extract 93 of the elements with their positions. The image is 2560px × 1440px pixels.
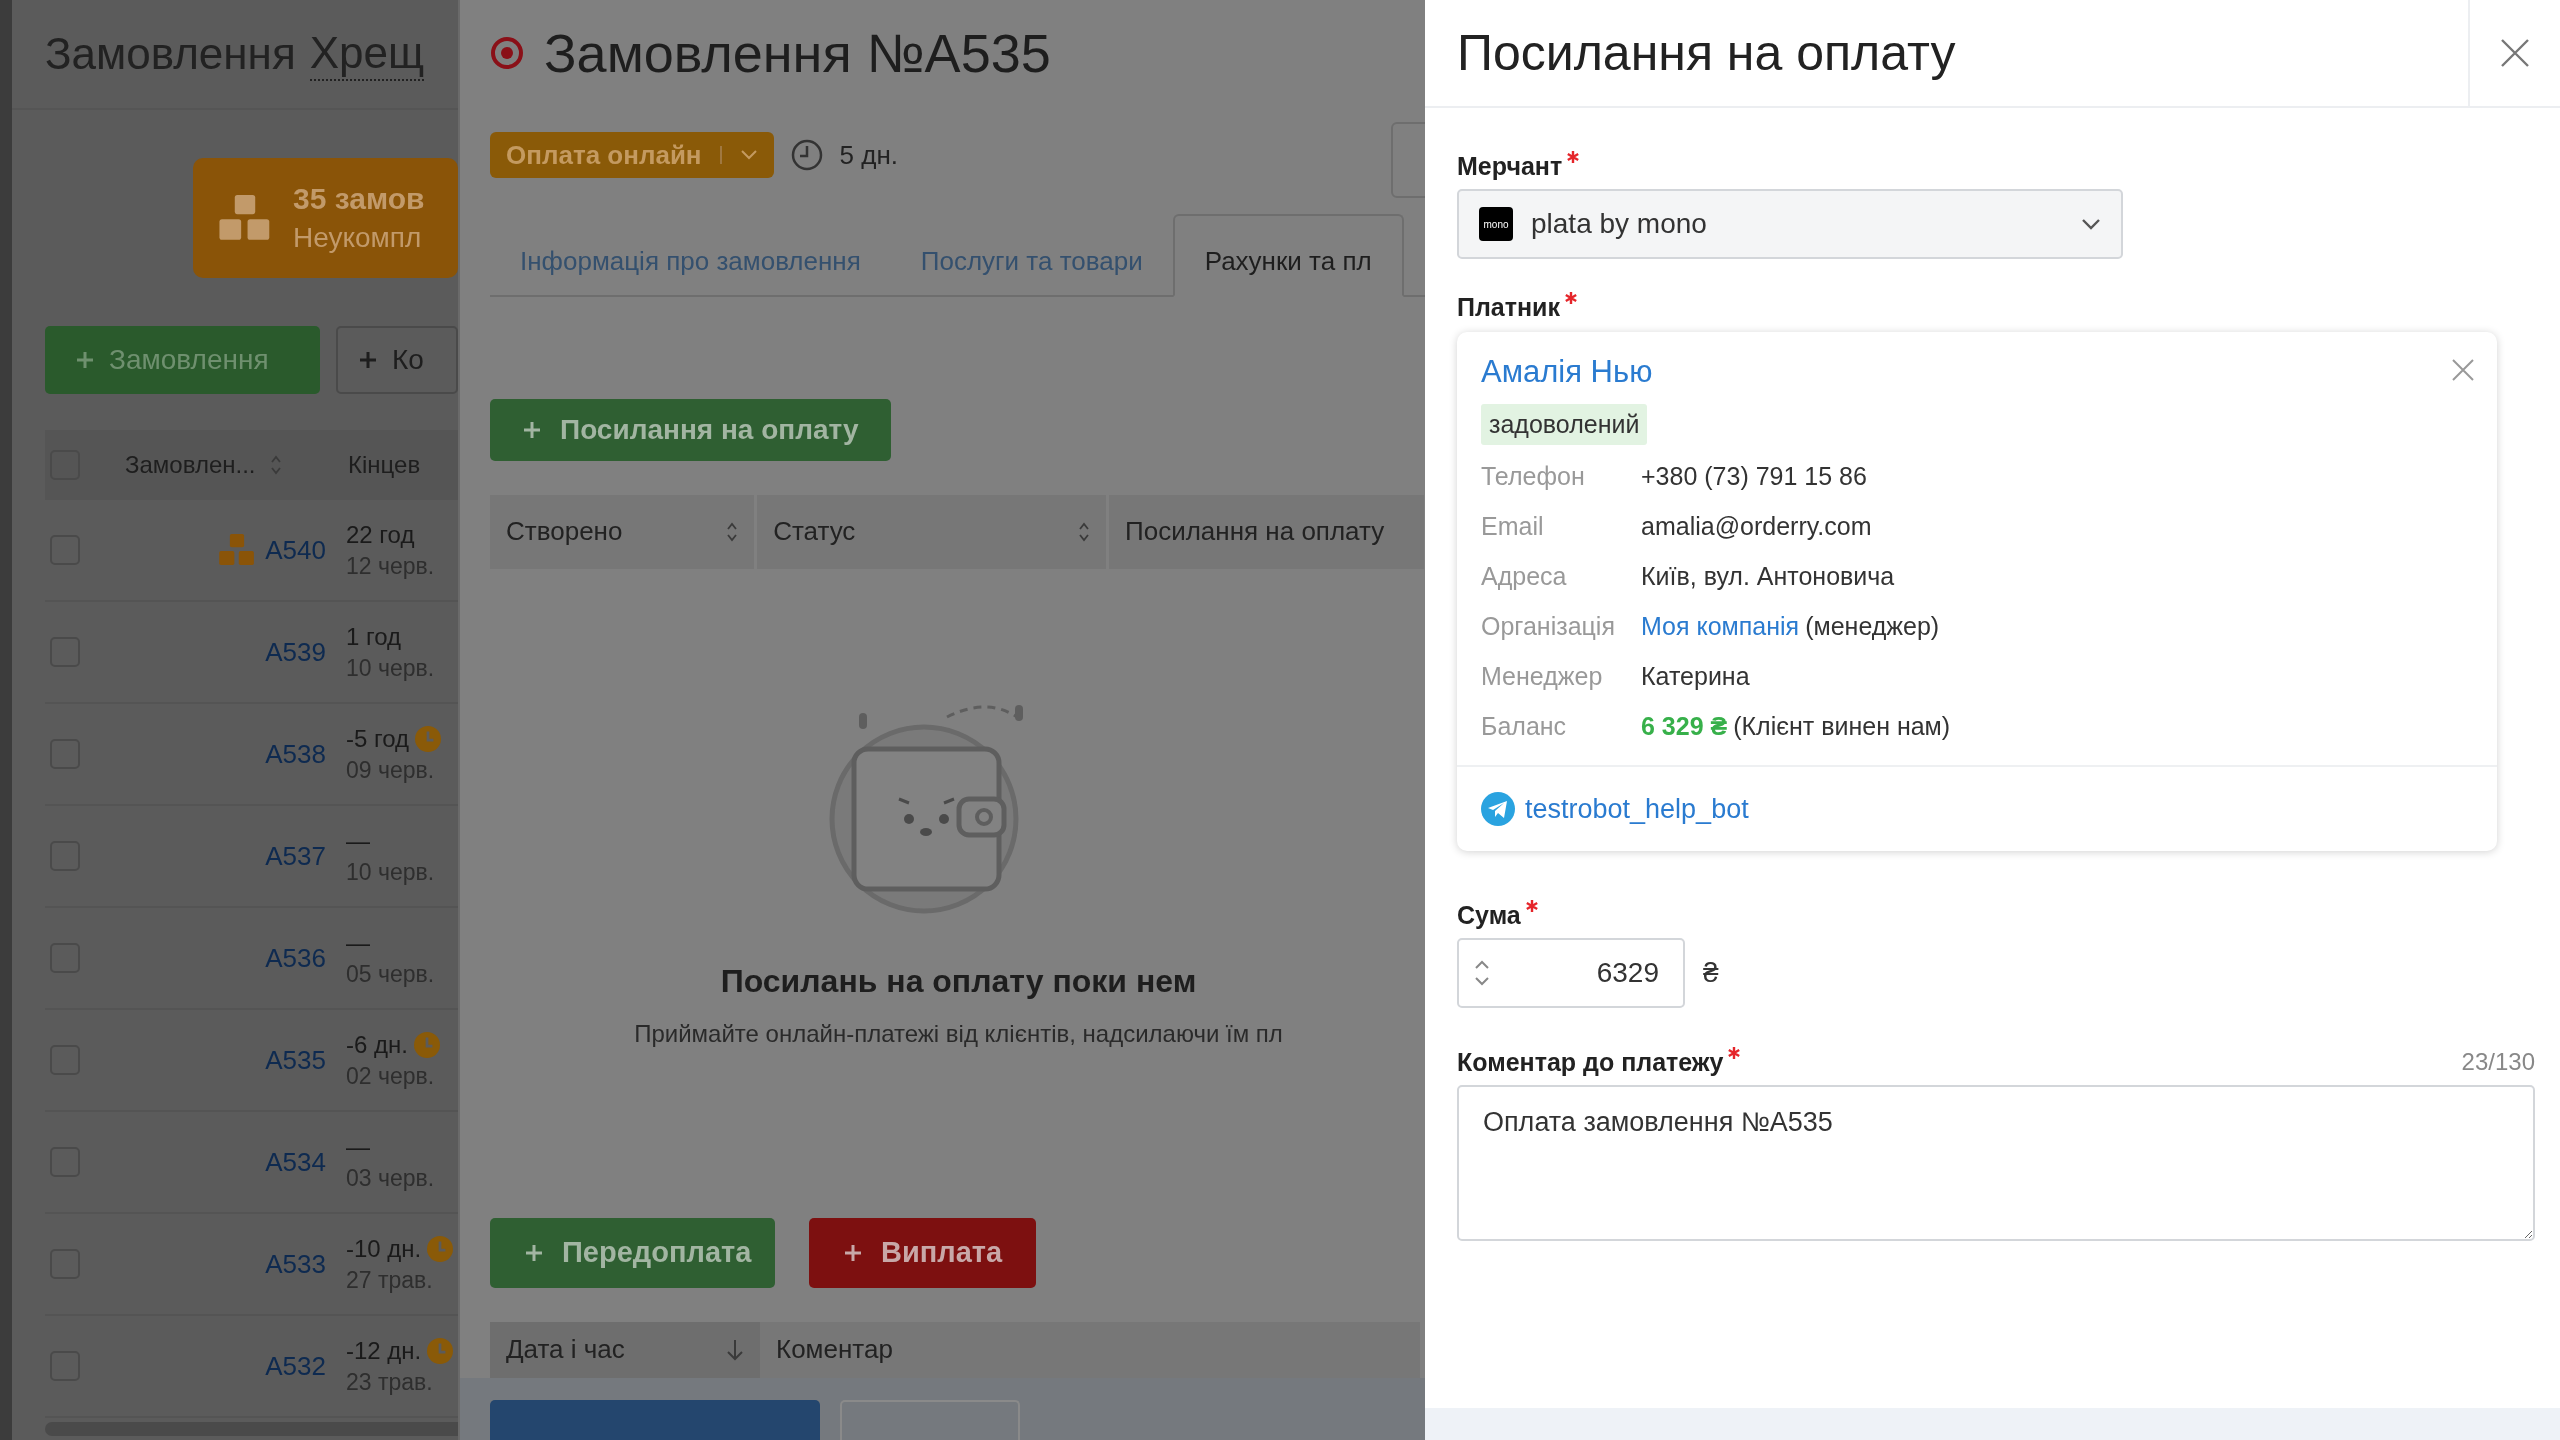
field-value: +380 (73) 791 15 86 bbox=[1641, 460, 1868, 492]
due-time: -6 дн. bbox=[346, 1030, 408, 1059]
due-time: — bbox=[346, 928, 370, 957]
tab[interactable]: Послуги та товари bbox=[890, 214, 1173, 297]
due-time: 1 год bbox=[346, 622, 402, 651]
status-dropdown[interactable]: Оплата онлайн bbox=[490, 132, 774, 178]
due-time: -12 дн. bbox=[346, 1336, 422, 1365]
clock-icon bbox=[415, 725, 442, 752]
page-title: Замовлення bbox=[45, 29, 296, 79]
amount-field[interactable]: 6329 bbox=[1457, 938, 1685, 1008]
clock-icon bbox=[789, 138, 824, 172]
empty-state-text: Приймайте онлайн-платежі від клієнтів, надсилаючи їм пл bbox=[634, 1019, 1283, 1048]
field-label: Email bbox=[1481, 510, 1545, 542]
close-icon[interactable] bbox=[2451, 358, 2475, 382]
empty-state-heading: Посилань на оплату поки нем bbox=[720, 962, 1197, 1000]
comment-field[interactable]: Оплата замовлення №A535 bbox=[1457, 1085, 2535, 1241]
due-time: — bbox=[346, 826, 370, 855]
merchant-select[interactable]: mono plata by mono bbox=[1457, 189, 2123, 259]
clock-icon bbox=[427, 1235, 454, 1262]
order-link[interactable]: A538 bbox=[265, 738, 326, 770]
due-time: -10 дн. bbox=[346, 1234, 422, 1263]
field-label: Мерчант bbox=[1457, 152, 1563, 181]
order-link[interactable]: A536 bbox=[265, 942, 326, 974]
boxes-icon bbox=[219, 534, 256, 566]
clock-icon bbox=[427, 1337, 454, 1364]
field-label: Адреса bbox=[1481, 560, 1568, 592]
field-label: Коментар до платежу bbox=[1457, 1048, 1724, 1077]
target-icon bbox=[490, 36, 524, 70]
sort-icon[interactable] bbox=[269, 454, 282, 476]
column-header[interactable]: Замовлен... bbox=[117, 451, 340, 479]
summary-subtitle: Неукомпл bbox=[293, 222, 423, 254]
sort-icon[interactable] bbox=[726, 520, 739, 543]
telegram-link[interactable]: testrobot_help_bot bbox=[1525, 793, 1749, 825]
currency-sign: ₴ bbox=[1703, 957, 1719, 989]
duration: 5 дн. bbox=[839, 139, 898, 171]
column-header[interactable]: Посилання на оплату bbox=[1109, 494, 1424, 569]
field-label: Баланс bbox=[1481, 710, 1568, 742]
clock-icon bbox=[413, 1031, 440, 1058]
organization-link[interactable]: Моя компанія bbox=[1641, 611, 1800, 641]
order-link[interactable]: A539 bbox=[265, 636, 326, 668]
due-time: — bbox=[346, 1132, 370, 1161]
plus-icon bbox=[522, 419, 542, 440]
field-value: Моя компанія (менеджер) bbox=[1641, 610, 1941, 643]
column-header[interactable]: Статус bbox=[757, 494, 1106, 569]
panel-title: Посилання на оплату bbox=[1456, 24, 1957, 83]
summary-count: 35 замов bbox=[293, 182, 425, 216]
telegram-icon bbox=[1481, 792, 1515, 826]
chevron-down-icon bbox=[2081, 218, 2101, 230]
status-tag: задоволений bbox=[1481, 404, 1648, 445]
order-link[interactable]: A540 bbox=[265, 534, 326, 566]
order-title: Замовлення №A535 bbox=[544, 22, 1051, 84]
due-time: -5 год bbox=[346, 724, 410, 753]
boxes-icon bbox=[219, 195, 271, 241]
field-label: Платник bbox=[1457, 293, 1560, 322]
close-icon bbox=[2500, 38, 2530, 68]
plus-icon bbox=[843, 1242, 863, 1263]
order-link[interactable]: A532 bbox=[265, 1350, 326, 1382]
column-header[interactable]: Кінцев bbox=[340, 451, 458, 479]
payout-button[interactable]: Виплата bbox=[809, 1217, 1037, 1288]
field-value: amalia@orderry.com bbox=[1641, 510, 1873, 542]
field-value: 6 329 ₴ (Клієнт винен нам) bbox=[1641, 710, 1952, 742]
scrollbar[interactable] bbox=[45, 1422, 458, 1436]
field-value: Катерина bbox=[1641, 660, 1751, 692]
merchant-logo: mono bbox=[1479, 207, 1513, 241]
order-link[interactable]: A537 bbox=[265, 840, 326, 872]
filter-dropdown[interactable]: Хрещ bbox=[309, 27, 425, 81]
tab[interactable]: Рахунки та пл bbox=[1172, 214, 1404, 297]
prepayment-button[interactable]: Передоплата bbox=[490, 1217, 775, 1288]
tab[interactable]: Інформація про замовлення bbox=[490, 214, 891, 297]
arrow-down-icon bbox=[726, 1337, 744, 1362]
column-header[interactable]: Коментар bbox=[760, 1321, 1420, 1378]
plus-icon bbox=[524, 1242, 544, 1263]
field-label: Організація bbox=[1481, 610, 1616, 642]
order-link[interactable]: A535 bbox=[265, 1044, 326, 1076]
column-header[interactable]: Дата і час bbox=[490, 1321, 760, 1378]
field-label: Сума bbox=[1457, 901, 1521, 930]
sort-icon[interactable] bbox=[1078, 520, 1090, 543]
plus-icon bbox=[358, 350, 378, 370]
character-counter: 23/130 bbox=[2461, 1048, 2535, 1076]
column-header[interactable]: Створено bbox=[490, 494, 755, 569]
caret-icon bbox=[739, 149, 758, 161]
field-value: Київ, вул. Антоновича bbox=[1641, 560, 1896, 592]
payer-name-link[interactable]: Амалія Нью bbox=[1481, 354, 1653, 390]
field-label: Менеджер bbox=[1481, 660, 1604, 692]
due-time: 22 год bbox=[346, 520, 415, 549]
order-link[interactable]: A533 bbox=[265, 1248, 326, 1280]
field-label: Телефон bbox=[1481, 460, 1586, 492]
add-button[interactable]: Ко bbox=[336, 326, 458, 394]
new-order-button[interactable]: Замовлення bbox=[45, 326, 320, 394]
plus-icon bbox=[75, 350, 95, 370]
summary-card[interactable]: 35 замов Неукомпл bbox=[193, 158, 458, 278]
order-link[interactable]: A534 bbox=[265, 1146, 326, 1178]
add-payment-link-button[interactable]: Посилання на оплату bbox=[490, 399, 891, 461]
